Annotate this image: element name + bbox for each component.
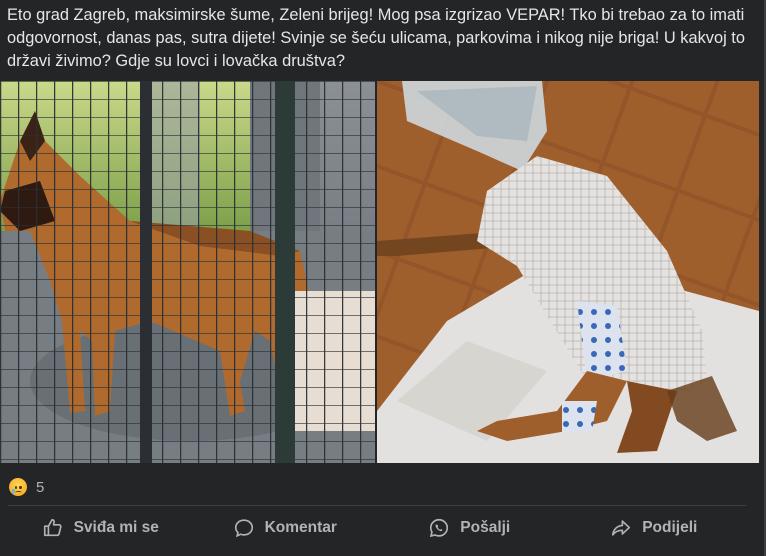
facebook-post: Eto grad Zagreb, maksimirske šume, Zelen… [0,0,766,556]
photo-grid [0,81,759,463]
comment-bubble-icon [234,519,253,538]
share-arrow-icon [612,520,631,536]
dog-kennel-image [0,81,375,463]
share-label: Podijeli [642,519,698,536]
bandaged-dog-image [377,81,759,463]
sad-face-emoji-icon [8,477,28,497]
divider [8,505,746,506]
comment-label: Komentar [264,519,337,536]
post-text: Eto grad Zagreb, maksimirske šume, Zelen… [7,6,745,70]
send-button[interactable]: Pošalji [377,508,562,548]
thumbs-up-icon [43,518,62,537]
comment-button[interactable]: Komentar [193,508,378,548]
photo-dog-in-kennel[interactable] [0,81,375,463]
reaction-count: 5 [36,478,45,496]
like-label: Sviđa mi se [73,519,159,536]
send-label: Pošalji [460,519,511,536]
like-button[interactable]: Sviđa mi se [8,508,193,548]
share-button[interactable]: Podijeli [562,508,747,548]
photo-bandaged-dog[interactable] [377,81,759,463]
post-actions: Sviđa mi se Komentar Pošalji Podijeli [8,508,746,548]
reactions-summary[interactable]: 5 [8,476,44,498]
whatsapp-icon [430,518,449,538]
